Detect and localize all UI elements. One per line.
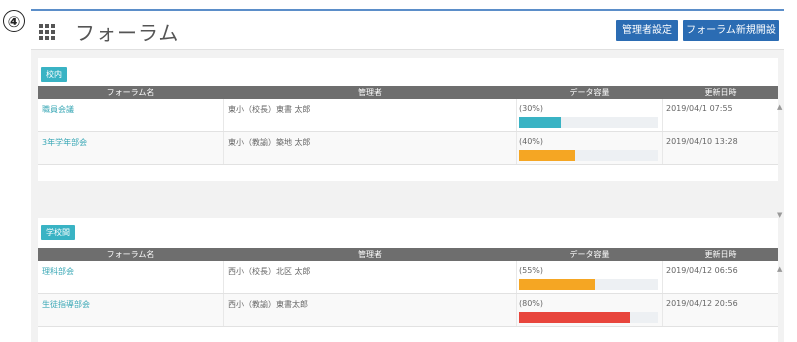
manager-name: 西小（教諭）東書太郎 [228, 300, 308, 309]
section-badge[interactable]: 学校間 [41, 225, 75, 240]
usage-bar [519, 312, 658, 323]
updated-date: 2019/04/12 06:56 [666, 266, 738, 275]
updated-date: 2019/04/10 13:28 [666, 137, 738, 146]
manager-name: 東小（教諭）築地 太郎 [228, 138, 311, 147]
forum-window: フォーラム 管理者設定 フォーラム新規開設 校内 フォーラム名 管理者 データ容… [31, 9, 784, 342]
step-number-badge: ④ [3, 10, 25, 32]
section-badge[interactable]: 校内 [41, 67, 67, 82]
table-row: 3年学年部会 東小（教諭）築地 太郎 (40%) 2019/04/10 13:2… [38, 132, 778, 165]
page-header: フォーラム 管理者設定 フォーラム新規開設 [31, 11, 784, 50]
column-header-updated: 更新日時 [704, 88, 737, 97]
table-header: フォーラム名 管理者 データ容量 更新日時 [38, 248, 778, 261]
forum-name-link[interactable]: 3年学年部会 [42, 137, 87, 148]
manager-name: 東小（校長）東書 太郎 [228, 105, 311, 114]
usage-percent: (55%) [519, 266, 544, 275]
usage-bar-fill [519, 150, 575, 161]
forum-name-link[interactable]: 生徒指導部会 [42, 299, 90, 310]
scroll-up-icon[interactable]: ▲ [777, 265, 782, 273]
usage-percent: (40%) [519, 137, 544, 146]
table-row: 職員会議 東小（校長）東書 太郎 (30%) 2019/04/1 07:55 [38, 99, 778, 132]
scroll-up-icon[interactable]: ▲ [777, 103, 782, 111]
column-header-name: フォーラム名 [106, 88, 155, 97]
usage-bar [519, 117, 658, 128]
usage-bar-fill [519, 312, 630, 323]
column-header-manager: 管理者 [358, 250, 382, 259]
admin-settings-button[interactable]: 管理者設定 [616, 20, 678, 41]
usage-percent: (30%) [519, 104, 544, 113]
usage-bar [519, 150, 658, 161]
grid-menu-icon[interactable] [39, 24, 55, 40]
forum-name-link[interactable]: 理科部会 [42, 266, 74, 277]
column-header-usage: データ容量 [569, 88, 610, 97]
table-row: 理科部会 西小（校長）北区 太郎 (55%) 2019/04/12 06:56 [38, 261, 778, 294]
usage-bar-fill [519, 117, 561, 128]
usage-bar-fill [519, 279, 595, 290]
table-row: 生徒指導部会 西小（教諭）東書太郎 (80%) 2019/04/12 20:56 [38, 294, 778, 327]
manager-name: 西小（校長）北区 太郎 [228, 267, 311, 276]
column-header-manager: 管理者 [358, 88, 382, 97]
page-title: フォーラム [75, 21, 180, 45]
usage-percent: (80%) [519, 299, 544, 308]
forum-name-link[interactable]: 職員会議 [42, 104, 74, 115]
table-header: フォーラム名 管理者 データ容量 更新日時 [38, 86, 778, 99]
new-forum-button[interactable]: フォーラム新規開設 [683, 20, 779, 41]
updated-date: 2019/04/12 20:56 [666, 299, 738, 308]
usage-bar [519, 279, 658, 290]
column-header-usage: データ容量 [569, 250, 610, 259]
column-header-updated: 更新日時 [704, 250, 737, 259]
column-header-name: フォーラム名 [106, 250, 155, 259]
updated-date: 2019/04/1 07:55 [666, 104, 733, 113]
